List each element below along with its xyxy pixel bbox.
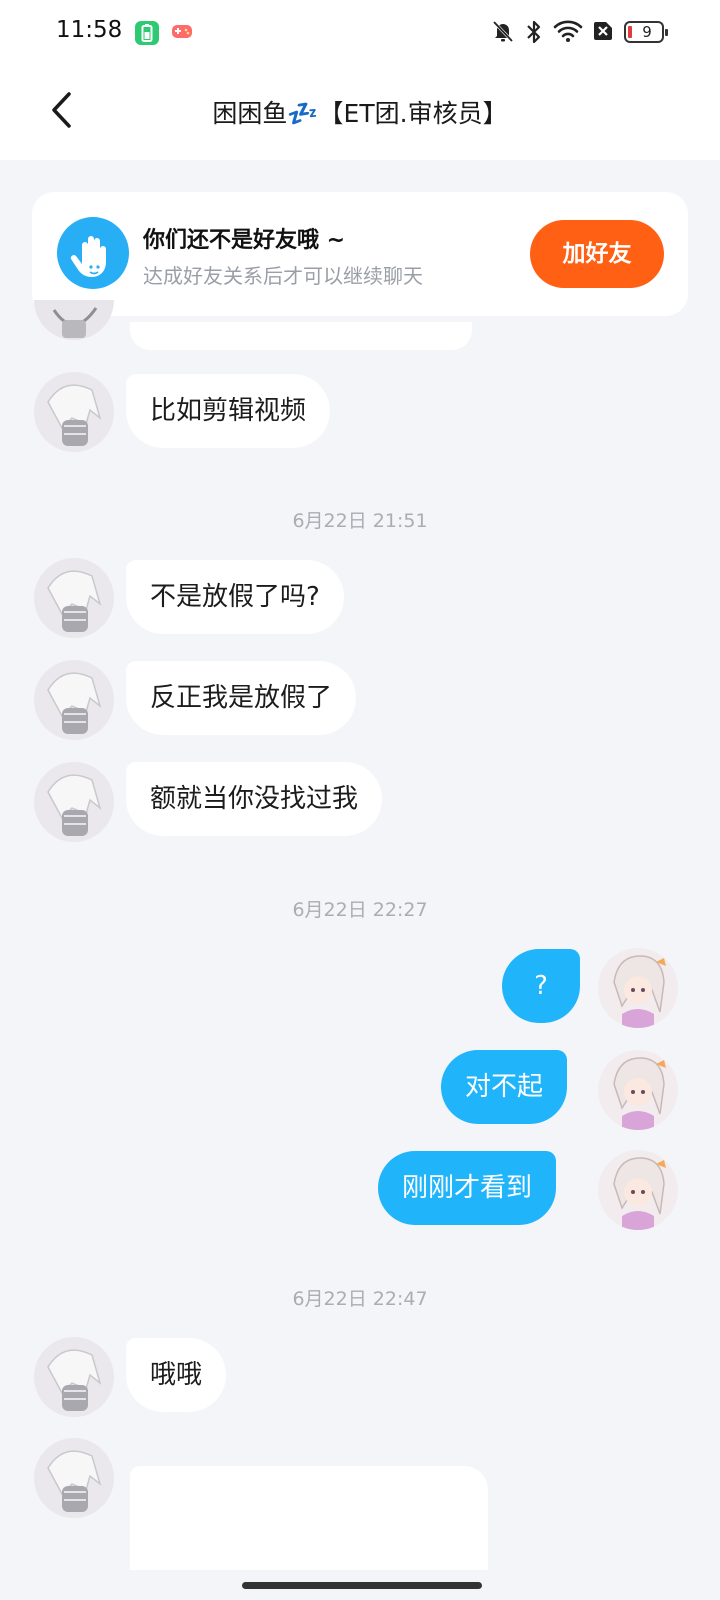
my-avatar[interactable] xyxy=(598,1050,678,1130)
mute-bell-icon xyxy=(492,20,514,43)
my-avatar[interactable] xyxy=(598,948,678,1028)
contact-avatar[interactable] xyxy=(34,558,114,638)
incoming-message[interactable]: 不是放假了吗? xyxy=(126,560,344,634)
incoming-message[interactable]: 比如剪辑视频 xyxy=(126,374,331,448)
incoming-message[interactable]: 额就当你没找过我 xyxy=(126,762,383,836)
banner-title: 你们还不是好友哦 ~ xyxy=(143,228,346,253)
avatar[interactable] xyxy=(34,300,114,350)
battery-saver-icon xyxy=(135,21,159,45)
battery-level: 9 xyxy=(642,23,652,41)
add-friend-button[interactable]: 加好友 xyxy=(530,220,664,288)
gesture-bar xyxy=(0,1570,720,1600)
message-bubble-partial[interactable] xyxy=(130,322,472,350)
incoming-message-media[interactable] xyxy=(130,1466,488,1570)
game-controller-icon xyxy=(172,25,192,38)
banner-subtitle: 达成好友关系后才可以继续聊天 xyxy=(143,264,423,288)
contact-avatar[interactable] xyxy=(34,1438,114,1518)
contact-avatar[interactable] xyxy=(34,372,114,452)
status-time: 11:58 xyxy=(56,17,123,43)
chat-title: 困困鱼💤【ET团.审核员】 xyxy=(212,99,508,128)
outgoing-message[interactable]: 刚刚才看到 xyxy=(378,1151,557,1225)
bluetooth-icon xyxy=(527,20,541,44)
incoming-message[interactable]: 哦哦 xyxy=(126,1338,227,1412)
chat-header: 困困鱼💤【ET团.审核员】 xyxy=(0,64,720,160)
outgoing-message[interactable]: 对不起 xyxy=(441,1050,568,1124)
my-avatar[interactable] xyxy=(598,1150,678,1230)
timestamp: 6月22日 22:47 xyxy=(292,1288,428,1310)
no-sim-icon xyxy=(594,22,612,40)
outgoing-message[interactable]: ? xyxy=(502,949,580,1023)
timestamp: 6月22日 22:27 xyxy=(292,899,428,921)
wifi-icon xyxy=(553,20,583,42)
contact-avatar[interactable] xyxy=(34,1337,114,1417)
home-indicator[interactable] xyxy=(242,1582,482,1589)
timestamp: 6月22日 21:51 xyxy=(292,510,428,532)
battery-icon: 9 xyxy=(624,21,668,43)
status-bar: 11:58 9 xyxy=(0,0,720,64)
contact-avatar[interactable] xyxy=(34,762,114,842)
incoming-message[interactable]: 反正我是放假了 xyxy=(126,661,357,735)
contact-avatar[interactable] xyxy=(34,660,114,740)
add-friend-banner: 你们还不是好友哦 ~ 达成好友关系后才可以继续聊天 加好友 xyxy=(32,192,688,316)
hand-wave-icon xyxy=(57,217,129,289)
